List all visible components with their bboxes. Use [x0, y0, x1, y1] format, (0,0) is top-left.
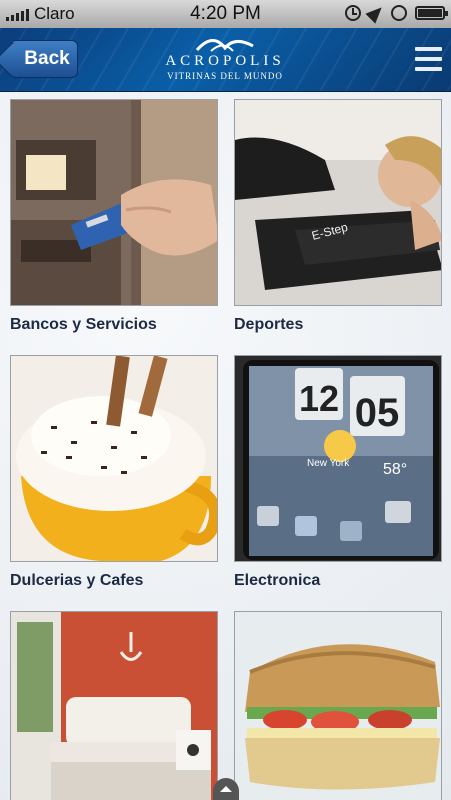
category-label: Deportes: [234, 316, 304, 333]
status-bar: Claro 4:20 PM: [0, 0, 451, 28]
acropolis-logo: ACROPOLIS VITRINAS DEL MUNDO: [150, 34, 300, 81]
category-tile-electronica[interactable]: 12 05 New York 58° Electronica: [234, 355, 442, 590]
category-tile-hogar[interactable]: [10, 611, 218, 800]
back-button-label: Back: [24, 48, 70, 69]
category-label: Bancos y Servicios: [10, 316, 157, 333]
category-label: Electronica: [234, 572, 321, 589]
category-tile-dulcerias[interactable]: Dulcerias y Cafes: [10, 355, 218, 590]
widget-city: New York: [307, 458, 350, 469]
electronica-image: 12 05 New York 58°: [234, 355, 442, 562]
dulcerias-image: [10, 355, 218, 562]
widget-temp: 58°: [383, 461, 407, 478]
scroll-up-handle-icon[interactable]: [213, 778, 239, 800]
logo-tagline: VITRINAS DEL MUNDO: [167, 71, 283, 81]
restaurantes-image: [234, 611, 442, 800]
widget-minute: 05: [355, 391, 400, 435]
logo-name: ACROPOLIS: [165, 53, 285, 69]
location-arrow-icon: [365, 2, 387, 24]
alarm-clock-icon: [345, 5, 361, 21]
app-header: Back ACROPOLIS VITRINAS DEL MUNDO: [0, 28, 451, 92]
battery-icon: [415, 6, 448, 20]
category-tile-bancos[interactable]: Bancos y Servicios: [10, 99, 218, 334]
category-grid: Bancos y Servicios E-Step Deportes Dulce…: [0, 92, 451, 800]
deportes-image: E-Step: [234, 99, 442, 306]
bancos-image: [10, 99, 218, 306]
category-tile-deportes[interactable]: E-Step Deportes: [234, 99, 442, 334]
logo-wave-icon: [195, 39, 254, 52]
category-label: Dulcerias y Cafes: [10, 572, 144, 589]
back-button[interactable]: Back: [10, 40, 78, 78]
status-right: [345, 2, 448, 24]
hogar-image: [10, 611, 218, 800]
category-tile-restaurantes[interactable]: [234, 611, 442, 800]
widget-hour: 12: [299, 378, 339, 419]
rotation-lock-icon: [391, 5, 407, 21]
hamburger-menu-icon[interactable]: [415, 47, 442, 71]
